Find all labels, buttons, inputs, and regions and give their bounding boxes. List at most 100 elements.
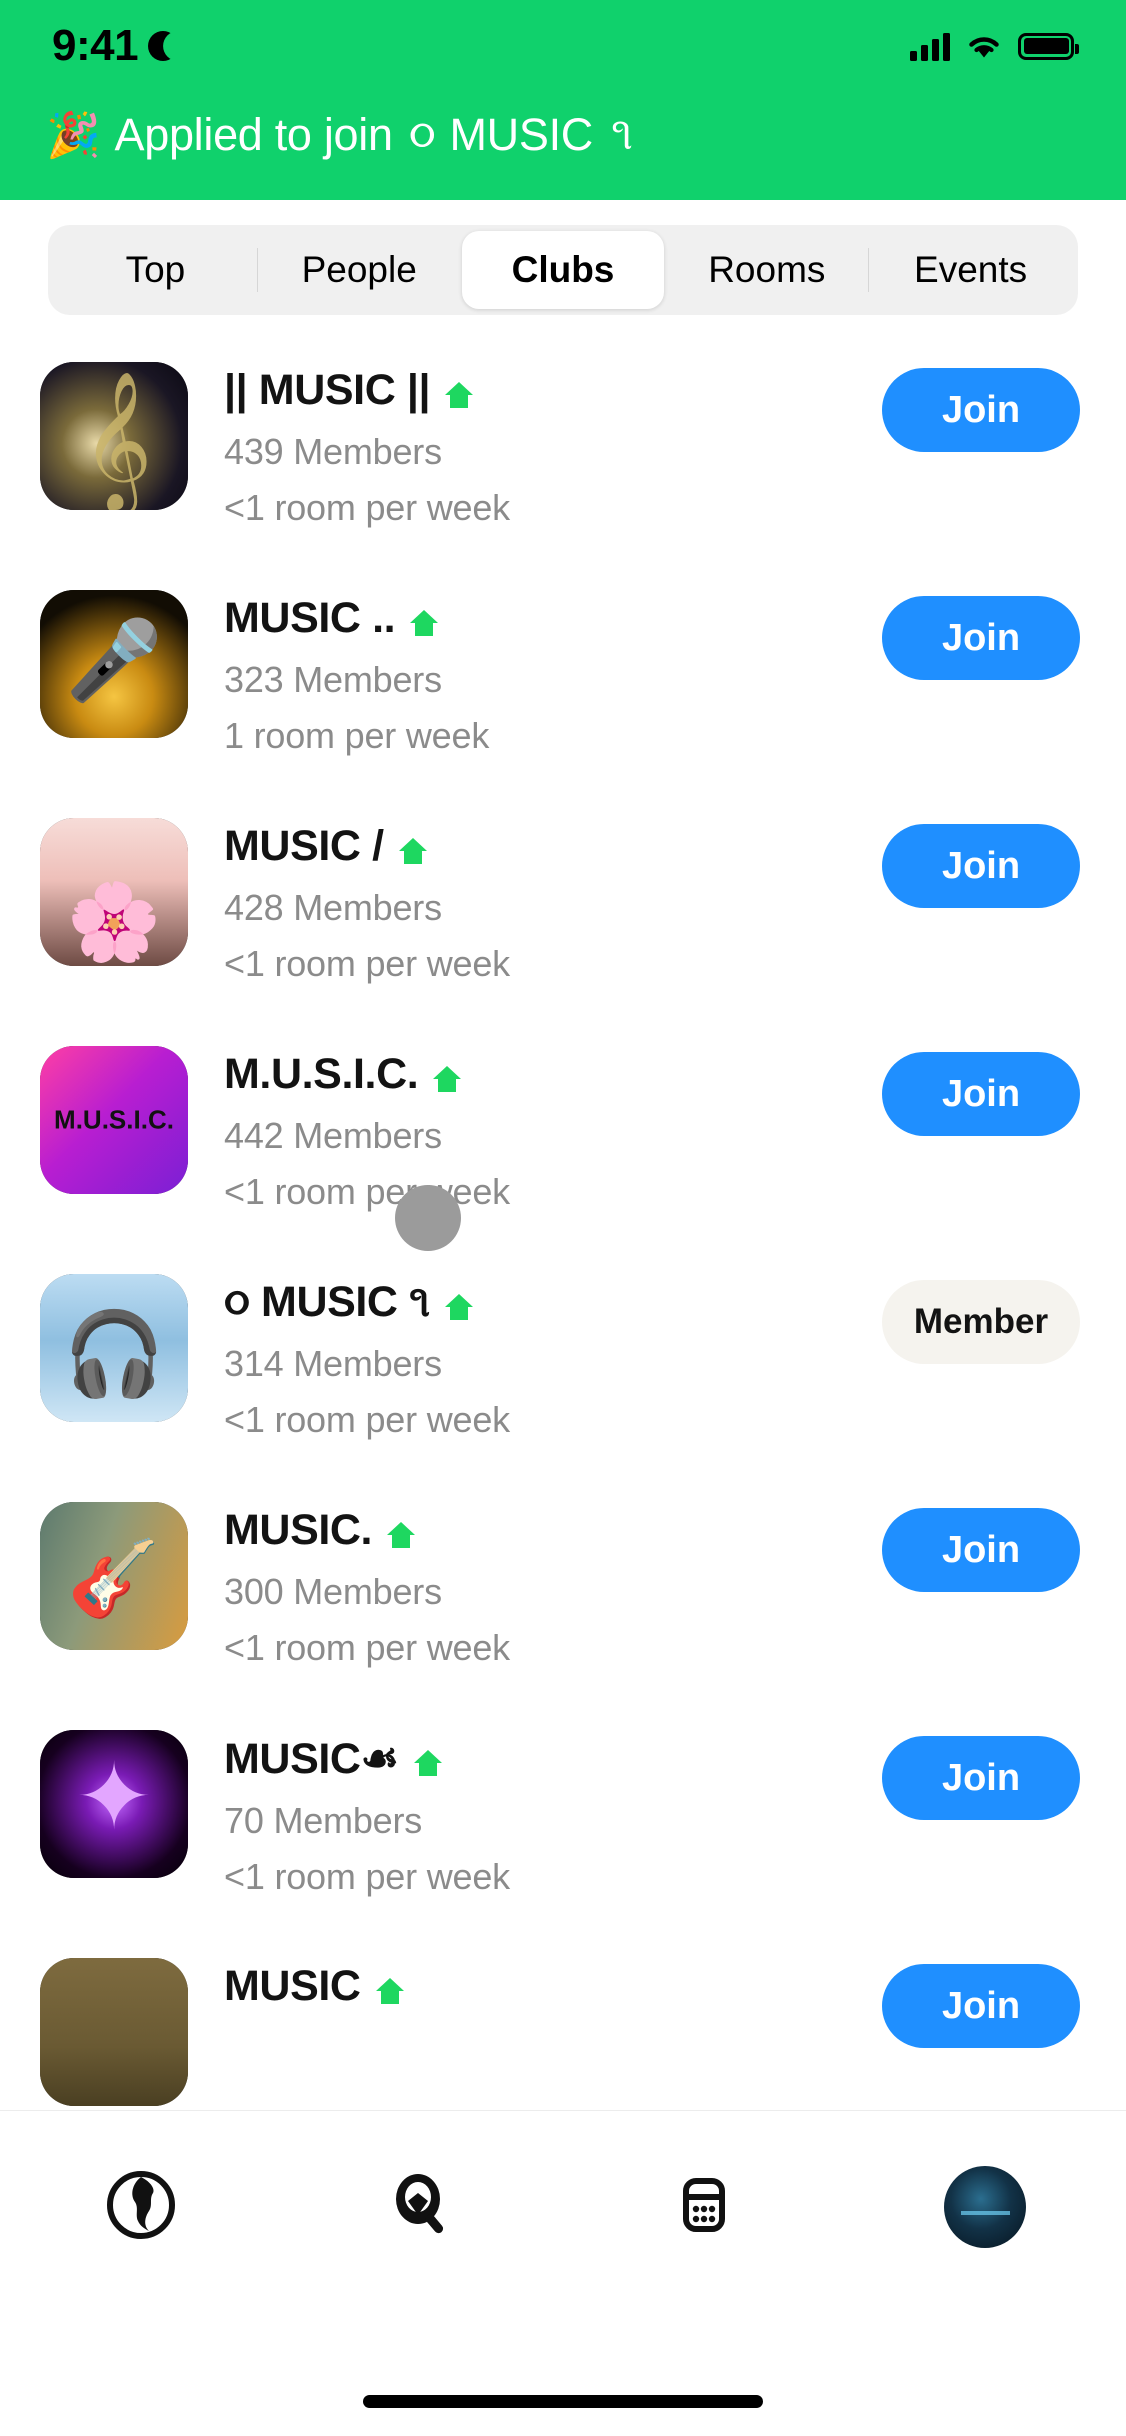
club-member-count: 314 Members <box>224 1343 442 1384</box>
join-button[interactable]: Join <box>882 824 1080 908</box>
club-action: Join <box>882 1508 1080 1592</box>
join-button[interactable]: Join <box>882 596 1080 680</box>
club-results-list[interactable]: || MUSIC || 439 Members <1 room per week… <box>0 340 1126 2110</box>
search-icon <box>386 2169 458 2246</box>
tab-top[interactable]: Top <box>54 231 257 309</box>
tab-clubs[interactable]: Clubs <box>461 231 665 309</box>
house-icon <box>430 1058 464 1092</box>
crescent-moon-icon <box>148 31 178 61</box>
club-action: Member <box>882 1280 1080 1364</box>
club-action: Join <box>882 1052 1080 1136</box>
battery-full-icon <box>1018 32 1079 60</box>
toast-text: Applied to join <box>114 108 394 160</box>
cellular-signal-icon <box>910 31 950 61</box>
globe-icon <box>105 2169 177 2246</box>
join-button[interactable]: Join <box>882 368 1080 452</box>
club-member-count: 300 Members <box>224 1571 442 1612</box>
house-icon <box>384 1514 418 1548</box>
club-name: MUSIC <box>224 1962 361 2010</box>
tab-rooms[interactable]: Rooms <box>665 231 868 309</box>
tab-people[interactable]: People <box>258 231 461 309</box>
club-room-frequency: <1 room per week <box>224 1171 510 1212</box>
club-member-count: 428 Members <box>224 887 442 928</box>
nav-item-search[interactable] <box>362 2157 482 2257</box>
party-popper-icon: 🎉 <box>46 110 101 160</box>
club-room-frequency: 1 room per week <box>224 715 490 756</box>
tab-events[interactable]: Events <box>869 231 1072 309</box>
club-avatar <box>40 818 188 966</box>
wifi-icon <box>966 32 1002 60</box>
club-member-count: 442 Members <box>224 1115 442 1156</box>
club-name-row: MUSIC / <box>224 822 882 871</box>
club-room-frequency: <1 room per week <box>224 943 510 984</box>
join-button[interactable]: Join <box>882 1964 1080 2048</box>
club-name: ૦ MUSIC ૧ <box>224 1278 430 1326</box>
house-icon <box>373 1970 407 2004</box>
club-info: MUSIC. 300 Members <1 room per week <box>188 1502 882 1669</box>
club-name: || MUSIC || <box>224 366 431 414</box>
club-room-frequency: <1 room per week <box>224 1627 510 1668</box>
status-bar: 9:41 <box>0 0 1126 92</box>
club-action: Join <box>882 824 1080 908</box>
club-list-item[interactable]: MUSIC / 428 Members <1 room per week Joi… <box>0 796 1126 1024</box>
club-action: Join <box>882 1736 1080 1820</box>
house-icon <box>407 602 441 636</box>
club-member-count: 439 Members <box>224 431 442 472</box>
club-name-row: MUSIC .. <box>224 594 882 643</box>
club-name-row: M.U.S.I.C. <box>224 1050 882 1099</box>
search-filter-tabs: Top People Clubs Rooms Events <box>0 200 1126 340</box>
club-info: MUSIC / 428 Members <1 room per week <box>188 818 882 985</box>
club-name-row: || MUSIC || <box>224 366 882 415</box>
club-name: MUSIC .. <box>224 594 396 642</box>
club-action: Join <box>882 368 1080 452</box>
club-info: MUSIC☙ 70 Members <1 room per week <box>188 1730 882 1898</box>
club-avatar <box>40 590 188 738</box>
nav-item-calendar[interactable] <box>644 2157 764 2257</box>
club-avatar <box>40 1274 188 1422</box>
club-list-item[interactable]: MUSIC. 300 Members <1 room per week Join <box>0 1480 1126 1708</box>
club-info: M.U.S.I.C. 442 Members <1 room per week <box>188 1046 882 1213</box>
club-name: MUSIC☙ <box>224 1735 399 1783</box>
club-info: MUSIC .. 323 Members 1 room per week <box>188 590 882 757</box>
house-icon <box>442 374 476 408</box>
member-badge-button[interactable]: Member <box>882 1280 1080 1364</box>
club-name-row: MUSIC <box>224 1962 882 2011</box>
house-icon <box>442 1286 476 1320</box>
bottom-navigation-bar <box>0 2110 1126 2436</box>
home-indicator <box>363 2395 763 2408</box>
club-info: MUSIC <box>188 1958 882 2011</box>
join-button[interactable]: Join <box>882 1052 1080 1136</box>
club-avatar <box>40 1730 188 1878</box>
nav-item-profile[interactable] <box>925 2157 1045 2257</box>
club-action: Join <box>882 1964 1080 2048</box>
club-avatar <box>40 1046 188 1194</box>
club-list-item[interactable]: ૦ MUSIC ૧ 314 Members <1 room per week M… <box>0 1252 1126 1480</box>
club-name-row: ૦ MUSIC ૧ <box>224 1278 882 1327</box>
club-name: M.U.S.I.C. <box>224 1050 419 1098</box>
club-room-frequency: <1 room per week <box>224 1399 510 1440</box>
club-name-row: MUSIC☙ <box>224 1734 882 1784</box>
toast-banner[interactable]: 9:41 🎉 Applied to join ૦ MUSIC ૧ <box>0 0 1126 200</box>
club-avatar <box>40 362 188 510</box>
join-button[interactable]: Join <box>882 1736 1080 1820</box>
club-list-item[interactable]: M.U.S.I.C. 442 Members <1 room per week … <box>0 1024 1126 1252</box>
calendar-icon <box>668 2169 740 2246</box>
club-avatar <box>40 1958 188 2106</box>
club-list-item[interactable]: MUSIC Join <box>0 1936 1126 2110</box>
join-button[interactable]: Join <box>882 1508 1080 1592</box>
club-list-item[interactable]: || MUSIC || 439 Members <1 room per week… <box>0 340 1126 568</box>
club-list-item[interactable]: MUSIC☙ 70 Members <1 room per week Join <box>0 1708 1126 1936</box>
club-action: Join <box>882 596 1080 680</box>
club-info: ૦ MUSIC ૧ 314 Members <1 room per week <box>188 1274 882 1441</box>
profile-avatar-icon <box>944 2166 1027 2248</box>
club-list-item[interactable]: MUSIC .. 323 Members 1 room per week Joi… <box>0 568 1126 796</box>
club-member-count: 323 Members <box>224 659 442 700</box>
house-icon <box>411 1742 445 1776</box>
nav-item-home[interactable] <box>81 2157 201 2257</box>
toast-message: 🎉 Applied to join ૦ MUSIC ૧ <box>46 108 633 161</box>
status-bar-time: 9:41 <box>52 21 139 70</box>
house-icon <box>396 830 430 864</box>
status-bar-left: 9:41 <box>52 21 178 71</box>
status-bar-right <box>910 31 1079 61</box>
touch-indicator <box>395 1185 461 1251</box>
